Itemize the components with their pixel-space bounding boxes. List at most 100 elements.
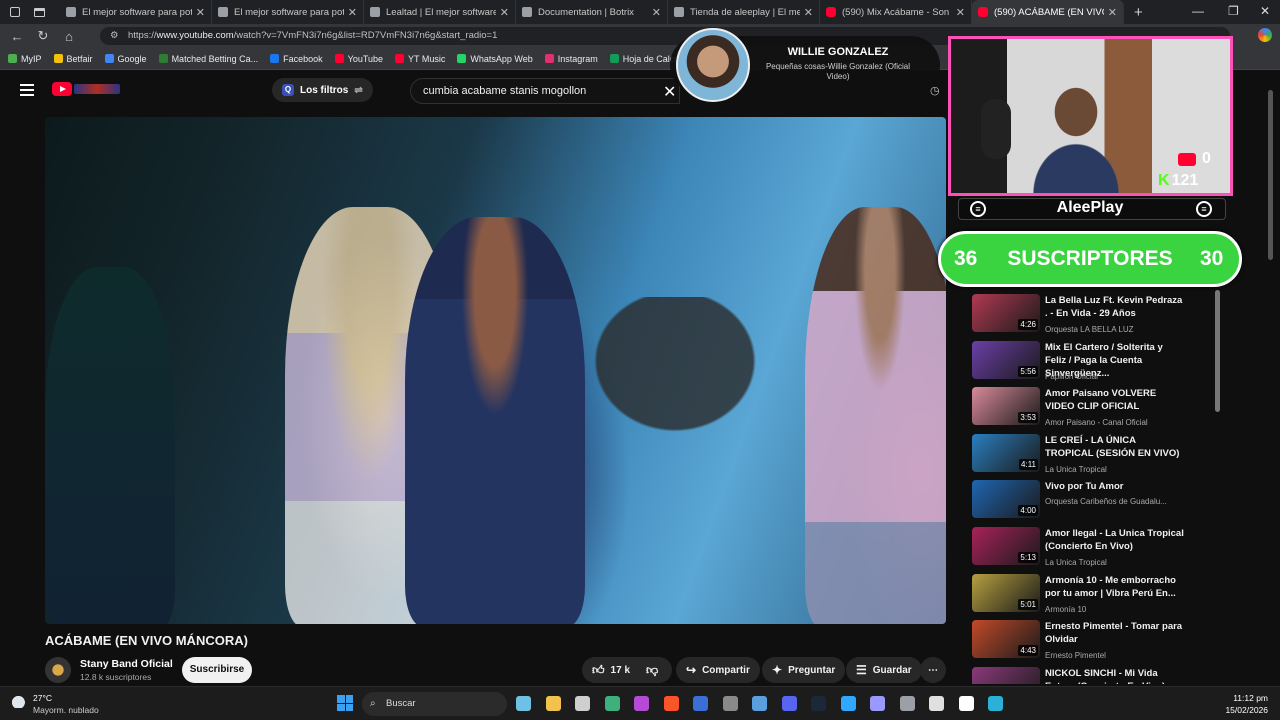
home-icon[interactable]: ⌂ [56, 29, 82, 44]
app-green-icon[interactable] [604, 696, 620, 711]
playlist-item-channel[interactable]: Orquesta LA BELLA LUZ [1045, 325, 1195, 334]
playlist-item-title[interactable]: Ernesto Pimentel - Tomar para Olvidar [1045, 620, 1185, 646]
chat-app-icon[interactable] [516, 696, 531, 711]
clock-time[interactable]: 11:12 pm [1232, 693, 1268, 703]
close-tab-icon[interactable]: ✕ [348, 6, 357, 19]
back-icon[interactable]: ← [4, 29, 30, 44]
menu-icon[interactable] [20, 84, 34, 96]
browser-tab[interactable]: Documentation | Botrix ✕ [516, 0, 668, 24]
weather-cloud-icon[interactable] [12, 694, 28, 708]
bookmark-item[interactable]: Facebook [270, 54, 323, 64]
browser-tab[interactable]: Tienda de aleeplay | El mejor so ✕ [668, 0, 820, 24]
weather-temperature[interactable]: 27°C [33, 693, 52, 703]
photoshop-icon[interactable] [840, 696, 856, 711]
file-explorer-icon[interactable] [545, 696, 561, 711]
page-scrollbar[interactable] [1268, 90, 1273, 260]
steam-icon[interactable] [811, 696, 826, 711]
reload-icon[interactable]: ↻ [30, 28, 56, 44]
ask-button[interactable]: ✦ Preguntar [762, 657, 846, 683]
playlist-item[interactable]: 3:53 Amor Paisano VOLVERE VIDEO CLIP OFIC… [972, 387, 1212, 431]
weather-description[interactable]: Mayorm. nublado [33, 705, 99, 715]
playlist-item-channel[interactable]: Papillón Oficial [1045, 372, 1195, 381]
notes-icon[interactable] [929, 696, 944, 711]
playlist-item-channel[interactable]: Ernesto Pimentel [1045, 651, 1195, 660]
browser-tab[interactable]: El mejor software para potencia ✕ [60, 0, 212, 24]
playlist-thumbnail[interactable] [972, 666, 1040, 684]
video-player[interactable] [45, 117, 946, 624]
youtube-logo-icon[interactable] [52, 82, 72, 96]
close-window-icon[interactable]: ✕ [1260, 4, 1270, 18]
app-grid-icon[interactable] [752, 696, 767, 711]
playlist-thumbnail[interactable]: 4:26 [972, 294, 1040, 332]
save-button[interactable]: ☰ Guardar [846, 657, 922, 683]
share-button[interactable]: ↪ Compartir [676, 657, 760, 683]
playlist-item-channel[interactable]: La Unica Tropical [1045, 558, 1195, 567]
playlist-thumbnail[interactable]: 5:01 [972, 573, 1040, 612]
close-tab-icon[interactable]: ✕ [956, 6, 965, 19]
settings-icon[interactable] [899, 696, 915, 711]
tab-actions-icon[interactable] [34, 7, 45, 17]
channel-name[interactable]: Stany Band Oficial [80, 658, 173, 670]
workspaces-icon[interactable] [10, 7, 20, 17]
youtube-doodle[interactable] [74, 84, 120, 94]
minimize-icon[interactable]: — [1192, 4, 1204, 18]
history-icon[interactable]: ◷ [930, 84, 940, 97]
playlist-thumbnail[interactable]: 5:56 [972, 340, 1040, 379]
taskbar-search[interactable]: ⌕ Buscar [362, 692, 507, 716]
browser-tab[interactable]: (590) ACÁBAME (EN VIVO ✕ [972, 0, 1124, 24]
search-input[interactable]: cumbia acabame stanis mogollon ✕ [410, 78, 680, 104]
playlist-item[interactable]: 4:26 La Bella Luz Ft. Kevin Pedraza . - E… [972, 294, 1212, 338]
like-count[interactable]: 17 k [611, 665, 630, 676]
playlist-thumbnail[interactable]: 3:53 [972, 387, 1040, 426]
playlist-thumbnail[interactable]: 4:43 [972, 620, 1040, 659]
playlist-item[interactable]: 4:00 Vivo por Tu Amor Orquesta Caribeños d… [972, 480, 1212, 524]
browser-tab[interactable]: Lealtad | El mejor software para ✕ [364, 0, 516, 24]
playlist-item[interactable]: 5:01 Armonía 10 - Me emborracho por tu am… [972, 573, 1212, 618]
close-tab-icon[interactable]: ✕ [196, 6, 205, 19]
bookmark-item[interactable]: Instagram [544, 54, 598, 64]
browser-tab[interactable]: El mejor software para potencia ✕ [212, 0, 364, 24]
bookmark-item[interactable]: Matched Betting Ca... [158, 54, 258, 64]
playlist-scrollbar[interactable] [1215, 290, 1220, 412]
edge-icon[interactable] [988, 696, 1003, 711]
playlist-item-channel[interactable]: Amor Paisano - Canal Oficial [1045, 418, 1195, 427]
playlist-item-channel[interactable]: Orquesta Caribeños de Guadalu... [1045, 497, 1195, 506]
extension-icon[interactable] [1258, 28, 1272, 42]
subscribe-button[interactable]: Suscribirse [182, 657, 252, 683]
discord-icon[interactable] [781, 696, 797, 711]
playlist-item-title[interactable]: Vivo por Tu Amor [1045, 480, 1185, 493]
playlist-item-title[interactable]: La Bella Luz Ft. Kevin Pedraza . - En Vi… [1045, 294, 1185, 320]
close-tab-icon[interactable]: ✕ [500, 6, 509, 19]
close-tab-icon[interactable]: ✕ [1108, 6, 1117, 19]
playlist-thumbnail[interactable]: 4:11 [972, 433, 1040, 472]
app-blue-icon[interactable] [693, 696, 708, 711]
playlist-item-title[interactable]: Amor Paisano VOLVERE VIDEO CLIP OFICIAL [1045, 387, 1185, 413]
clock-date[interactable]: 15/02/2026 [1222, 705, 1268, 715]
clear-search-icon[interactable]: ✕ [663, 82, 676, 102]
maximize-icon[interactable]: ❐ [1228, 4, 1239, 18]
playlist-item[interactable]: 5:13 Amor Ilegal - La Unica Tropical (Con… [972, 527, 1212, 571]
bookmark-item[interactable]: MyIP [8, 54, 42, 64]
playlist-item[interactable]: 4:11 LE CREÍ - LA ÚNICA TROPICAL (SESIÓN … [972, 433, 1212, 478]
bookmark-item[interactable]: YouTube [334, 54, 383, 64]
premiere-icon[interactable] [870, 696, 885, 711]
new-tab-icon[interactable]: + [1134, 4, 1143, 21]
playlist-thumbnail[interactable]: 5:13 [972, 527, 1040, 565]
playlist-thumbnail[interactable]: 4:00 [972, 480, 1040, 519]
site-info-icon[interactable]: ⚙ [110, 27, 119, 45]
channel-avatar[interactable] [45, 657, 71, 683]
browser-tab[interactable]: (590) Mix Acábame - Son del D ✕ [820, 0, 972, 24]
thumbs-up-icon[interactable]: 👍︎ [592, 663, 605, 678]
close-tab-icon[interactable]: ✕ [804, 6, 813, 19]
thumbs-down-icon[interactable]: 👎︎ [646, 663, 658, 678]
playlist-item-channel[interactable]: La Unica Tropical [1045, 465, 1195, 474]
playlist-item[interactable]: NICKOL SINCHI - Mi Vida Entera (Conciert… [972, 666, 1212, 684]
brave-icon[interactable] [663, 696, 679, 711]
media-player-icon[interactable] [958, 696, 974, 711]
app-purple-icon[interactable] [634, 696, 649, 711]
filters-button[interactable]: Q Los filtros ⇌ [272, 78, 373, 102]
playlist-item-title[interactable]: Armonía 10 - Me emborracho por tu amor |… [1045, 574, 1185, 600]
playlist-item[interactable]: 5:56 Mix El Cartero / Solterita y Feliz /… [972, 340, 1212, 385]
bookmark-item[interactable]: YT Music [395, 54, 445, 64]
playlist-item-title[interactable]: LE CREÍ - LA ÚNICA TROPICAL (SESIÓN EN V… [1045, 434, 1185, 460]
